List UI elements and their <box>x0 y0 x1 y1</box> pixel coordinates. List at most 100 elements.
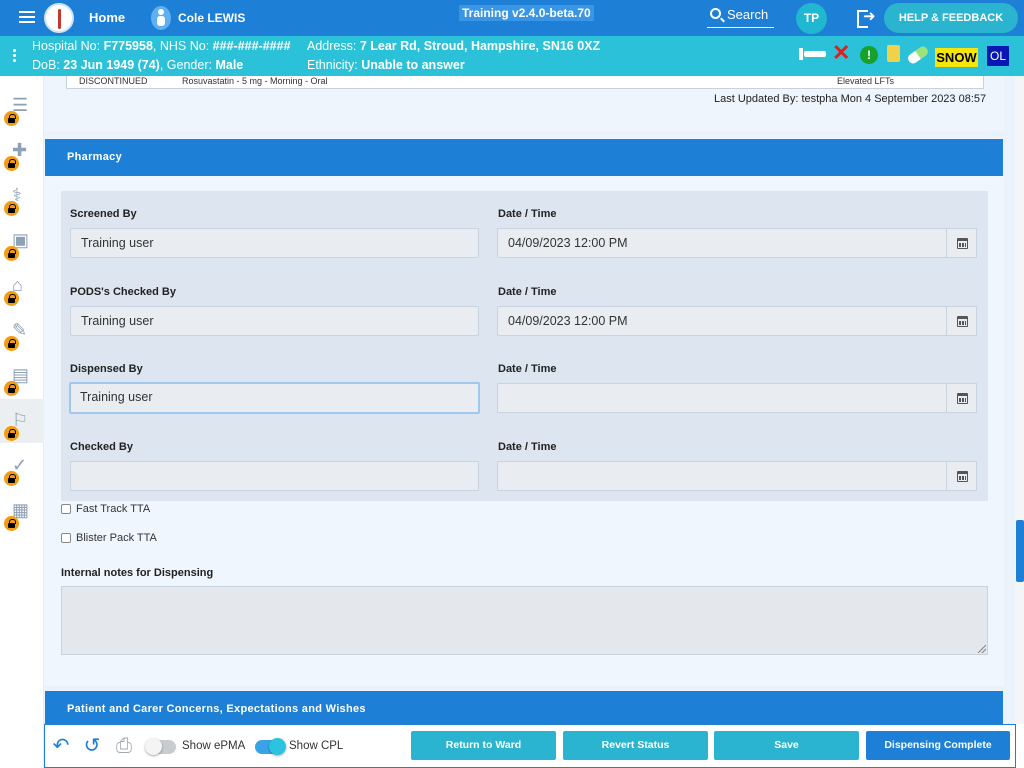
concerns-header[interactable]: Patient and Carer Concerns, Expectations… <box>45 691 1003 724</box>
checked-by-input[interactable] <box>70 461 479 491</box>
medications-card: DISCONTINUED Rosuvastatin - 5 mg - Morni… <box>44 76 1004 131</box>
blister-pack-label[interactable]: Blister Pack TTA <box>76 532 157 544</box>
logo-icon[interactable] <box>44 3 74 33</box>
pods-date-calendar-button[interactable] <box>946 306 977 336</box>
return-to-ward-button[interactable]: Return to Ward <box>411 731 556 760</box>
scrollbar-track[interactable] <box>1015 76 1024 724</box>
lock-icon <box>4 381 19 396</box>
dispensed-date-calendar-button[interactable] <box>946 383 977 413</box>
version-badge: Training v2.4.0-beta.70 <box>459 5 594 21</box>
search-icon <box>710 8 721 19</box>
pods-date-input[interactable]: 04/09/2023 12:00 PM <box>497 306 947 336</box>
more-options-icon[interactable] <box>13 49 17 64</box>
sidebar-item-edit[interactable]: ✎ <box>0 309 44 353</box>
screened-date-input[interactable]: 04/09/2023 12:00 PM <box>497 228 947 258</box>
lock-icon <box>4 201 19 216</box>
dispensed-date-input[interactable] <box>497 383 947 413</box>
sidebar-item-clinical[interactable]: ⚕ <box>0 174 44 218</box>
scrollbar-thumb[interactable] <box>1016 520 1024 582</box>
hospital-no-label: Hospital No: <box>32 39 104 53</box>
screened-by-label: Screened By <box>70 208 137 220</box>
main-content: DISCONTINUED Rosuvastatin - 5 mg - Morni… <box>44 76 1015 724</box>
alert-icon[interactable]: ! <box>860 46 878 64</box>
lock-icon <box>4 516 19 531</box>
screened-date-calendar-button[interactable] <box>946 228 977 258</box>
search-button[interactable]: Search <box>707 5 774 28</box>
checked-date-calendar-button[interactable] <box>946 461 977 491</box>
calendar-icon <box>957 471 968 482</box>
checked-date-label: Date / Time <box>498 441 557 453</box>
dispensed-by-input[interactable]: Training user <box>69 382 480 414</box>
address: 7 Lear Rd, Stroud, Hampshire, SN16 0XZ <box>359 39 601 53</box>
hospital-no: F775958 <box>103 39 153 53</box>
save-button[interactable]: Save <box>714 731 859 760</box>
pharmacy-form-panel: Screened By Date / Time Training user 04… <box>61 191 988 501</box>
pods-date-label: Date / Time <box>498 286 557 298</box>
sidebar-item-list[interactable]: ☰ <box>0 84 44 128</box>
pharmacy-header[interactable]: Pharmacy <box>45 139 1003 176</box>
notes-textarea[interactable] <box>61 586 988 655</box>
screened-by-input[interactable]: Training user <box>70 228 479 258</box>
lock-icon <box>4 156 19 171</box>
sidebar-item-home[interactable]: ⌂ <box>0 264 44 308</box>
fast-track-checkbox[interactable] <box>61 504 71 514</box>
hospital-number-line: Hospital No: F775958, NHS No: ###-###-##… <box>32 39 291 53</box>
show-cpl-label: Show CPL <box>289 740 344 752</box>
patient-name[interactable]: Cole LEWIS <box>178 11 245 25</box>
dob-label: DoB: <box>32 58 64 72</box>
sidebar-item-discharge[interactable]: ⚐ <box>0 399 44 443</box>
undo-icon[interactable]: ↶ <box>51 736 71 756</box>
help-feedback-button[interactable]: HELP & FEEDBACK <box>884 3 1018 33</box>
dob-line: DoB: 23 Jun 1949 (74), Gender: Male <box>32 58 243 72</box>
bed-icon[interactable] <box>799 45 826 60</box>
ethnicity-label: Ethnicity: <box>307 58 362 72</box>
home-link[interactable]: Home <box>89 10 125 25</box>
lock-icon <box>4 111 19 126</box>
show-cpl-toggle[interactable] <box>255 738 286 755</box>
lock-icon <box>4 336 19 351</box>
blister-pack-checkbox[interactable] <box>61 533 71 543</box>
document-icon[interactable] <box>887 45 900 62</box>
medication-reason: Elevated LFTs <box>837 76 895 86</box>
ethnicity-line: Ethnicity: Unable to answer <box>307 58 465 72</box>
dispensing-complete-button[interactable]: Dispensing Complete <box>866 731 1010 760</box>
show-epma-label: Show ePMA <box>182 740 246 752</box>
sidebar-item-camera[interactable]: ▣ <box>0 219 44 263</box>
dispensed-date-label: Date / Time <box>498 363 557 375</box>
menu-icon[interactable] <box>19 11 35 24</box>
top-bar: Home Cole LEWIS Training v2.4.0-beta.70 … <box>0 0 1024 36</box>
resize-handle-icon[interactable] <box>978 645 986 653</box>
show-epma-toggle[interactable] <box>145 738 176 755</box>
sidebar-item-table[interactable]: ▦ <box>0 489 44 533</box>
lock-icon <box>4 246 19 261</box>
sidebar: ☰ ✚ ⚕ ▣ ⌂ ✎ ▤ ⚐ ✓ ▦ <box>0 76 44 768</box>
snow-badge[interactable]: SNOW <box>935 48 978 67</box>
bottom-toolbar: ↶ ↺ ⎙ Show ePMA Show CPL Return to Ward … <box>44 724 1016 768</box>
notes-label: Internal notes for Dispensing <box>61 567 214 579</box>
user-avatar[interactable]: TP <box>796 3 827 34</box>
sidebar-item-add[interactable]: ✚ <box>0 129 44 173</box>
checked-date-input[interactable] <box>497 461 947 491</box>
address-label: Address: <box>307 39 360 53</box>
dob: 23 Jun 1949 (74) <box>63 58 160 72</box>
nhs-no: ###-###-#### <box>212 39 291 53</box>
calendar-icon <box>957 393 968 404</box>
fast-track-label[interactable]: Fast Track TTA <box>76 503 150 515</box>
pods-checked-input[interactable]: Training user <box>70 306 479 336</box>
lock-icon <box>4 426 19 441</box>
logout-icon[interactable] <box>857 7 877 28</box>
history-icon[interactable]: ↺ <box>82 736 102 756</box>
gender: Male <box>215 58 244 72</box>
revert-status-button[interactable]: Revert Status <box>563 731 708 760</box>
gender-label: , Gender: <box>159 58 216 72</box>
x-icon[interactable]: ✕ <box>832 42 850 64</box>
medication-row: DISCONTINUED Rosuvastatin - 5 mg - Morni… <box>66 76 984 89</box>
print-icon[interactable]: ⎙ <box>114 736 134 756</box>
lock-icon <box>4 291 19 306</box>
sidebar-item-checklist[interactable]: ✓ <box>0 444 44 488</box>
dispensed-by-label: Dispensed By <box>70 363 143 375</box>
ol-badge[interactable]: OL <box>987 46 1009 66</box>
ethnicity: Unable to answer <box>361 58 465 72</box>
sidebar-item-medical-bag[interactable]: ▤ <box>0 354 44 398</box>
checked-by-label: Checked By <box>70 441 133 453</box>
